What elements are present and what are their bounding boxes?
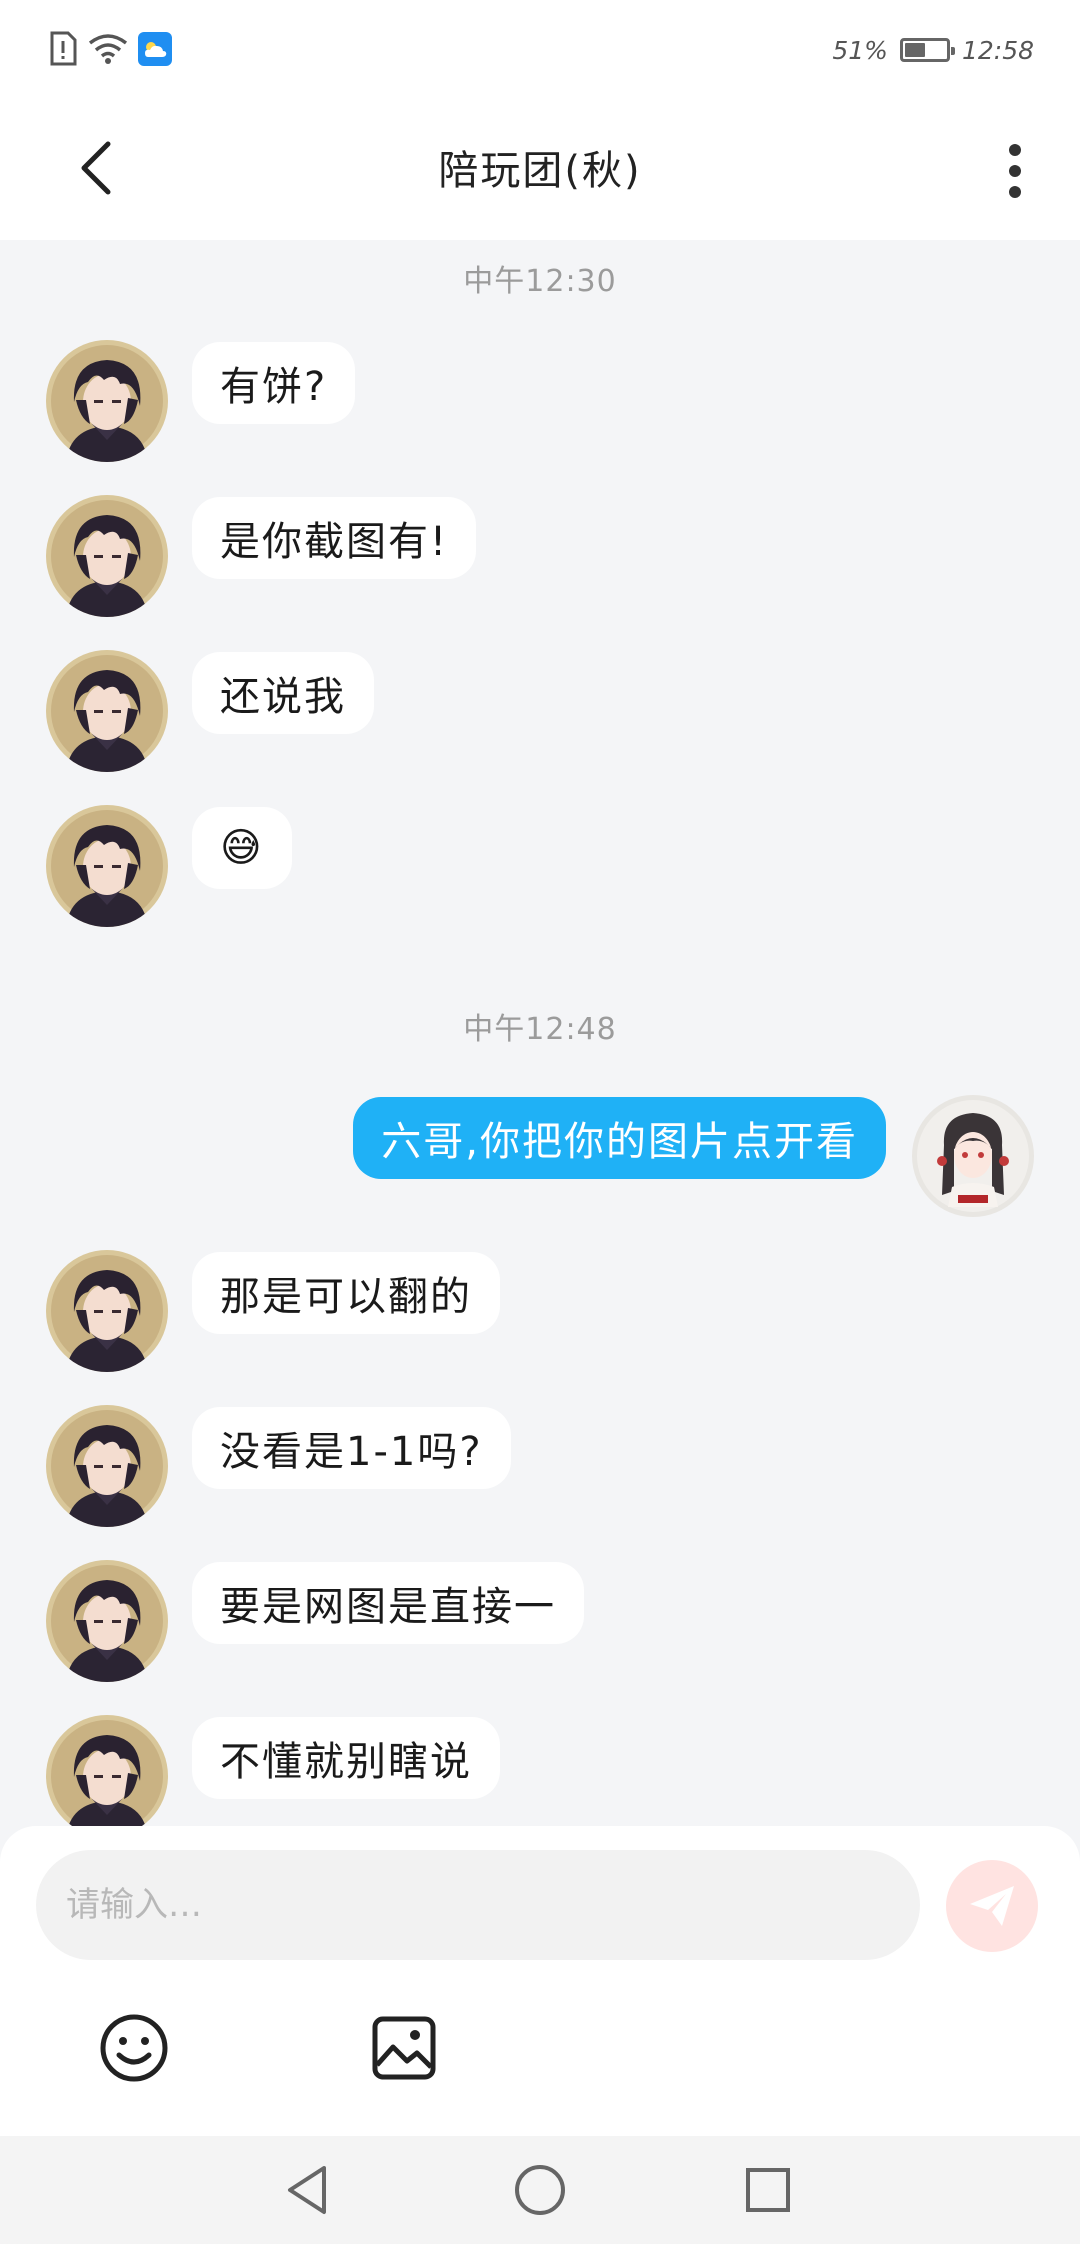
chat-screen: 51% 12:58 陪玩团(秋) 中午12:30 中午12:48 有饼? 是你截… (0, 0, 1080, 2244)
incoming-message-bubble[interactable]: 不懂就别瞎说 (192, 1717, 500, 1799)
vertical-dots-icon (1009, 144, 1021, 198)
image-icon (372, 2016, 436, 2080)
image-button[interactable] (364, 2008, 444, 2088)
nav-home-button[interactable] (504, 2154, 576, 2226)
weather-icon (138, 32, 172, 66)
sim-alert-icon (50, 31, 77, 66)
incoming-message-bubble[interactable]: 😅 (192, 807, 292, 889)
status-icons-right: 51% 12:58 (832, 30, 1034, 70)
message-list[interactable]: 中午12:30 中午12:48 有饼? 是你截图有! 还说我 😅 六哥,你把你的… (0, 240, 1080, 1840)
page-title: 陪玩团(秋) (438, 148, 642, 194)
battery-level (904, 43, 925, 57)
incoming-message-bubble[interactable]: 有饼? (192, 342, 356, 424)
top-bar: 51% 12:58 陪玩团(秋) (0, 0, 1080, 240)
battery-percent: 51% (832, 35, 888, 65)
send-button[interactable] (946, 1860, 1038, 1952)
contact-avatar[interactable] (46, 1405, 168, 1527)
status-icons-left (48, 26, 172, 72)
clock: 12:58 (961, 35, 1034, 65)
contact-avatar[interactable] (46, 1715, 168, 1837)
wifi-icon (88, 34, 128, 64)
contact-avatar[interactable] (46, 650, 168, 772)
battery-icon (899, 38, 955, 62)
incoming-message-bubble[interactable]: 要是网图是直接一 (192, 1562, 584, 1644)
contact-avatar[interactable] (46, 495, 168, 617)
paper-plane-icon (970, 1886, 1014, 1926)
contact-avatar[interactable] (46, 340, 168, 462)
message-input[interactable] (36, 1850, 920, 1960)
contact-avatar[interactable] (46, 1250, 168, 1372)
recents-square-icon (746, 2168, 790, 2212)
nav-back-button[interactable] (272, 2154, 344, 2226)
system-nav-bar (0, 2136, 1080, 2244)
home-circle-icon (515, 2165, 565, 2215)
time-divider: 中午12:30 (463, 264, 617, 299)
emoji-icon (100, 2014, 168, 2082)
contact-avatar[interactable] (46, 805, 168, 927)
incoming-message-bubble[interactable]: 是你截图有! (192, 497, 477, 579)
emoji-button[interactable] (94, 2008, 174, 2088)
back-triangle-icon (288, 2166, 326, 2214)
incoming-message-bubble[interactable]: 那是可以翻的 (192, 1252, 500, 1334)
more-options-button[interactable] (990, 136, 1040, 206)
composer-panel (0, 1826, 1080, 2136)
time-divider: 中午12:48 (463, 1012, 617, 1047)
incoming-message-bubble[interactable]: 还说我 (192, 652, 374, 734)
incoming-message-bubble[interactable]: 没看是1-1吗? (192, 1407, 511, 1489)
my-avatar[interactable] (912, 1095, 1034, 1217)
contact-avatar[interactable] (46, 1560, 168, 1682)
nav-recents-button[interactable] (732, 2154, 804, 2226)
outgoing-message-bubble[interactable]: 六哥,你把你的图片点开看 (353, 1097, 886, 1179)
